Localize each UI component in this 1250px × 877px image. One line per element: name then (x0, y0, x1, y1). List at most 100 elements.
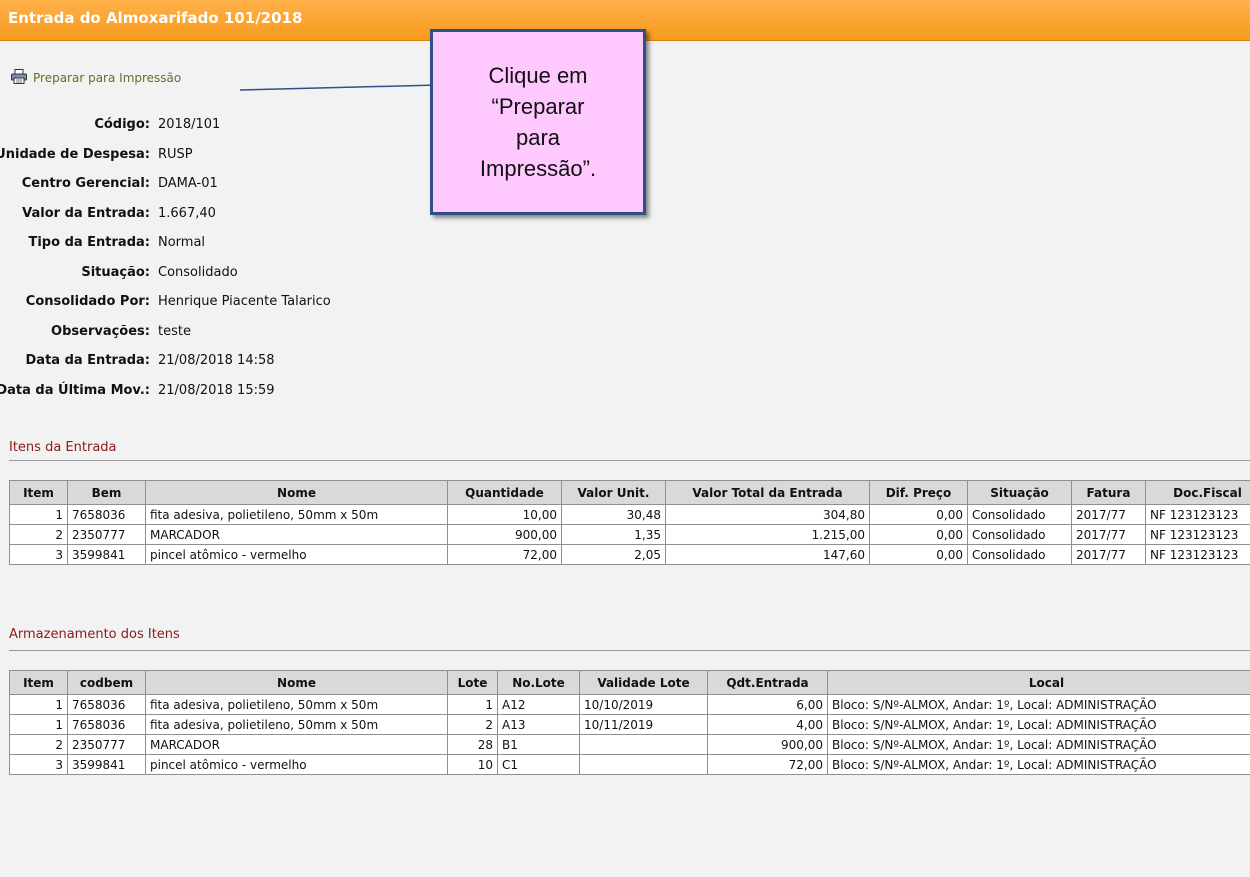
table-cell: NF 123123123 (1145, 524, 1250, 545)
detail-field-label: Data da Entrada: (25, 353, 151, 368)
table-cell: 3 (9, 754, 68, 775)
table-cell: pincel atômico - vermelho (145, 754, 448, 775)
table-cell: Consolidado (967, 544, 1072, 565)
table-cell: 7658036 (67, 694, 146, 715)
detail-field-value: teste (158, 323, 191, 339)
table-cell: 1.215,00 (665, 524, 870, 545)
table-cell: A12 (497, 694, 580, 715)
table-cell: 2,05 (561, 544, 666, 565)
table-cell: 1 (9, 714, 68, 735)
detail-field-label: Código: (94, 117, 150, 132)
column-header[interactable]: Doc.Fiscal (1145, 480, 1250, 505)
table-row[interactable]: 1 7658036 fita adesiva, polietileno, 50mm … (9, 714, 1250, 735)
table-cell: 2 (9, 734, 68, 755)
column-header[interactable]: Nome (145, 670, 448, 695)
detail-field-value: Henrique Piacente Talarico (158, 294, 331, 309)
callout-line-4: Impressão”. (479, 156, 597, 181)
table-cell: 3 (9, 544, 68, 565)
detail-field-label: Consolidado Por: (25, 294, 150, 309)
column-header[interactable]: Local (827, 670, 1250, 695)
table-cell: 7658036 (67, 714, 146, 735)
table-row[interactable]: 2 2350777 MARCADOR 28 B1 900,00 Bloco: S/Nº-AL… (9, 734, 1250, 755)
column-header[interactable]: Nome (145, 480, 448, 505)
table-cell: Bloco: S/Nº-ALMOX, Andar: 1º, Local: ADM… (827, 734, 1250, 755)
table-cell: 2350777 (67, 524, 146, 545)
itens-section-divider (9, 460, 1250, 461)
table-cell: 3599841 (67, 544, 146, 565)
table-cell: 1 (9, 504, 68, 525)
table-cell: 10/10/2019 (579, 694, 708, 715)
detail-field-value: 1.667,40 (158, 205, 216, 221)
itens-table: Item Bem Nome Quantidade Valor Unit. Valor To… (9, 480, 1250, 565)
column-header[interactable]: codbem (67, 670, 146, 695)
table-cell: 1 (9, 694, 68, 715)
detail-field-label: Observações: (51, 323, 150, 339)
table-cell: 72,00 (447, 544, 562, 565)
callout-line-2: “Preparar (491, 94, 585, 119)
detail-field-label: Data da Última Mov.: (0, 382, 150, 398)
print-prepare-link[interactable]: Preparar para Impressão (11, 68, 182, 87)
print-prepare-label: Preparar para Impressão (33, 71, 182, 85)
table-cell: MARCADOR (145, 734, 448, 755)
column-header[interactable]: Bem (67, 480, 146, 505)
table-row[interactable]: 3 3599841 pincel atômico - vermelho 10 C1 72,… (9, 754, 1250, 775)
column-header[interactable]: Valor Unit. (561, 480, 666, 505)
table-cell: 147,60 (665, 544, 870, 565)
detail-field-label: Centro Gerencial: (21, 176, 150, 191)
instruction-callout: Clique em “Preparar para Impressão”. (430, 29, 646, 215)
armazenamento-table: Item codbem Nome Lote No.Lote Validade Lote Qd… (9, 670, 1250, 775)
table-cell: NF 123123123 (1145, 544, 1250, 565)
column-header[interactable]: Dif. Preço (869, 480, 968, 505)
column-header[interactable]: Validade Lote (579, 670, 708, 695)
table-cell: C1 (497, 754, 580, 775)
detail-field-value: Consolidado (158, 264, 238, 280)
detail-field-value: RUSP (158, 146, 193, 162)
column-header[interactable]: Quantidade (447, 480, 562, 505)
table-cell: 30,48 (561, 504, 666, 525)
table-cell: 1,35 (561, 524, 666, 545)
column-header[interactable]: Situação (967, 480, 1072, 505)
table-cell: A13 (497, 714, 580, 735)
itens-header-row: Item Bem Nome Quantidade Valor Unit. Valor To… (9, 480, 1250, 505)
detail-field-label: Situação: (81, 264, 150, 280)
table-row[interactable]: 3 3599841 pincel atômico - vermelho 72,00 2,… (9, 544, 1250, 565)
table-cell: 2017/77 (1071, 524, 1146, 545)
page-title: Entrada do Almoxarifado 101/2018 (8, 9, 303, 27)
detail-field-value: 21/08/2018 15:59 (158, 382, 275, 398)
itens-section-title: Itens da Entrada (9, 440, 117, 455)
table-cell: pincel atômico - vermelho (145, 544, 448, 565)
table-cell (579, 754, 708, 775)
table-cell: 1 (447, 694, 498, 715)
column-header[interactable]: Item (9, 670, 68, 695)
table-cell: 0,00 (869, 544, 968, 565)
table-cell: 4,00 (707, 714, 828, 735)
armazenamento-section-title: Armazenamento dos Itens (9, 627, 180, 642)
armazenamento-section-divider (9, 650, 1250, 651)
column-header[interactable]: Qdt.Entrada (707, 670, 828, 695)
table-row[interactable]: 2 2350777 MARCADOR 900,00 1,35 1.215,00 0,00 Co… (9, 524, 1250, 545)
table-cell: 900,00 (707, 734, 828, 755)
table-cell: fita adesiva, polietileno, 50mm x 50m (145, 714, 448, 735)
table-cell: 6,00 (707, 694, 828, 715)
callout-connector-line (240, 84, 438, 91)
table-cell (579, 734, 708, 755)
column-header[interactable]: No.Lote (497, 670, 580, 695)
table-cell: 10 (447, 754, 498, 775)
table-cell: Bloco: S/Nº-ALMOX, Andar: 1º, Local: ADM… (827, 714, 1250, 735)
column-header[interactable]: Fatura (1071, 480, 1146, 505)
table-row[interactable]: 1 7658036 fita adesiva, polietileno, 50mm … (9, 694, 1250, 715)
table-cell: NF 123123123 (1145, 504, 1250, 525)
detail-field-label: Valor da Entrada: (22, 205, 150, 221)
armazenamento-header-row: Item codbem Nome Lote No.Lote Validade Lote Qd… (9, 670, 1250, 695)
table-cell: Bloco: S/Nº-ALMOX, Andar: 1º, Local: ADM… (827, 694, 1250, 715)
table-row[interactable]: 1 7658036 fita adesiva, polietileno, 50mm … (9, 504, 1250, 525)
detail-field-label: Unidade de Despesa: (0, 146, 150, 162)
detail-field-value: Normal (158, 235, 206, 250)
table-cell: Bloco: S/Nº-ALMOX, Andar: 1º, Local: ADM… (827, 754, 1250, 775)
table-cell: 900,00 (447, 524, 562, 545)
column-header[interactable]: Valor Total da Entrada (665, 480, 870, 505)
column-header[interactable]: Lote (447, 670, 498, 695)
table-cell: 0,00 (869, 524, 968, 545)
detail-field-value: DAMA-01 (158, 176, 218, 191)
column-header[interactable]: Item (9, 480, 68, 505)
